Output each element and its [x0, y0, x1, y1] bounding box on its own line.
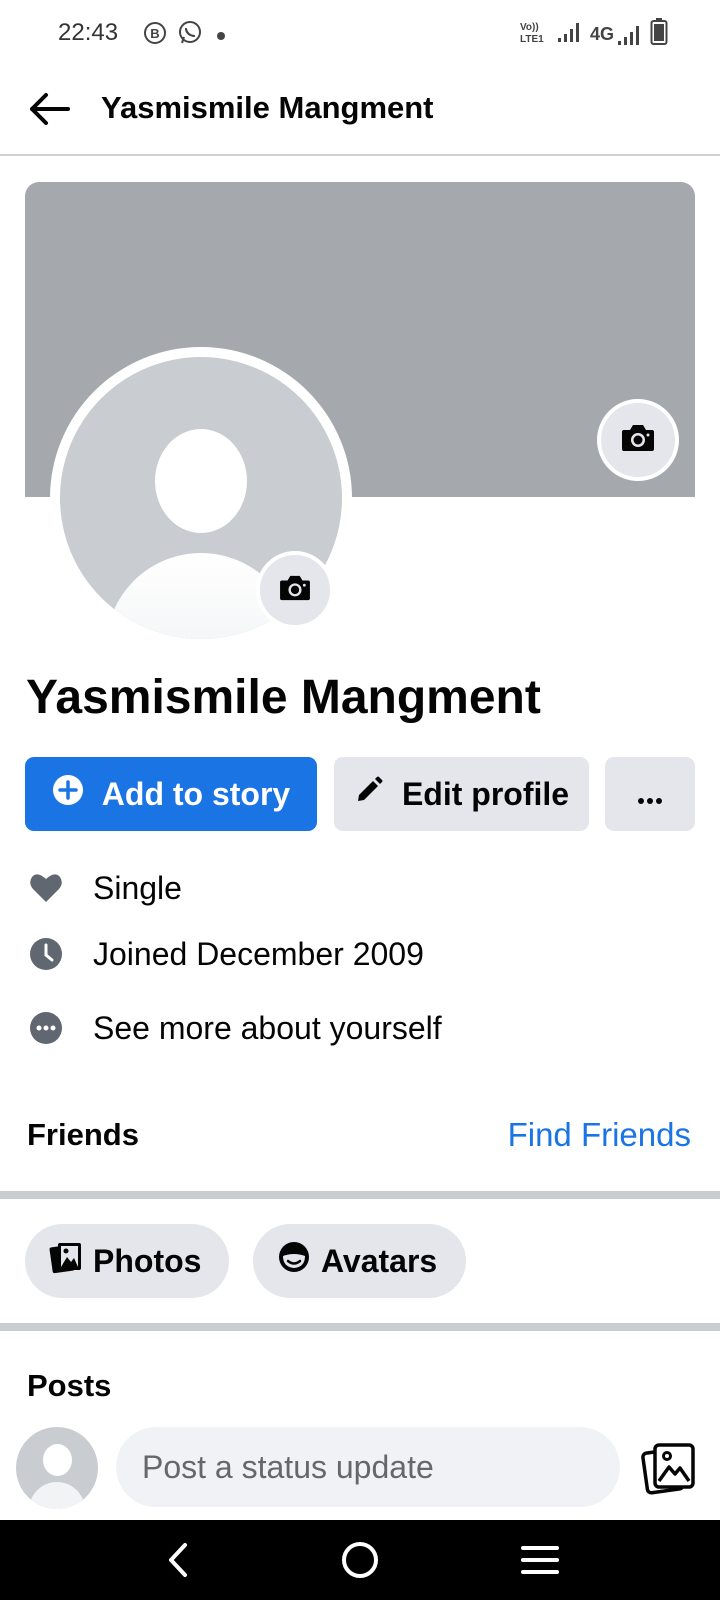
- avatar-face-icon: [277, 1240, 311, 1282]
- camera-icon: [278, 574, 312, 607]
- signal-icon: [556, 20, 582, 49]
- info-row-relationship: Single: [26, 868, 182, 908]
- plus-circle-icon: [52, 774, 84, 814]
- info-row-see-more[interactable]: See more about yourself: [26, 1008, 442, 1048]
- avatar-silhouette-body: [29, 1482, 85, 1509]
- find-friends-link[interactable]: Find Friends: [508, 1116, 691, 1154]
- signal-4g-icon: 4G: [590, 23, 642, 47]
- add-to-story-button[interactable]: Add to story: [25, 757, 317, 831]
- pencil-icon: [354, 775, 384, 813]
- photo-gallery-icon: [641, 1443, 697, 1501]
- back-arrow-icon[interactable]: [26, 86, 72, 132]
- status-update-placeholder: Post a status update: [142, 1448, 434, 1485]
- status-time: 22:43: [58, 19, 119, 46]
- joined-text: Joined December 2009: [93, 935, 424, 972]
- more-dots-icon: [637, 776, 663, 813]
- clock-icon: [26, 934, 66, 974]
- heart-icon: [26, 868, 66, 908]
- volte-icon: Vo)) LTE1: [518, 19, 548, 50]
- posts-heading: Posts: [27, 1368, 112, 1403]
- status-bar: 22:43 B Vo)) LTE1 4G: [0, 0, 720, 66]
- system-nav-bar: [0, 1520, 720, 1600]
- menu-nav-icon[interactable]: [510, 1536, 570, 1584]
- cover-camera-button[interactable]: [597, 399, 679, 481]
- add-photo-button[interactable]: [641, 1441, 697, 1497]
- b-badge-icon: B: [143, 21, 167, 50]
- section-divider: [0, 1191, 720, 1199]
- camera-icon: [620, 423, 656, 458]
- avatar-silhouette-head: [155, 429, 247, 533]
- back-nav-icon[interactable]: [148, 1536, 208, 1584]
- avatar-silhouette-head: [43, 1444, 72, 1476]
- network-label: 4G: [589, 24, 614, 44]
- home-nav-icon[interactable]: [330, 1536, 390, 1584]
- friends-heading: Friends: [27, 1117, 139, 1152]
- add-to-story-label: Add to story: [101, 775, 291, 812]
- more-circle-icon: [26, 1008, 66, 1048]
- edit-profile-button[interactable]: Edit profile: [334, 757, 589, 831]
- avatars-chip[interactable]: Avatars: [253, 1224, 466, 1298]
- header-title: Yasmismile Mangment: [101, 90, 434, 125]
- dot-icon: [217, 31, 225, 40]
- avatar-camera-button[interactable]: [256, 551, 334, 629]
- battery-icon: [650, 18, 668, 51]
- svg-text:Vo)): Vo)): [520, 22, 539, 33]
- composer-avatar[interactable]: [16, 1427, 98, 1509]
- status-icons-left: B: [143, 20, 225, 51]
- status-update-input[interactable]: Post a status update: [116, 1427, 620, 1507]
- whatsapp-icon: [177, 20, 203, 51]
- section-divider: [0, 1323, 720, 1331]
- svg-text:LTE1: LTE1: [520, 34, 544, 45]
- status-icons-right: Vo)) LTE1 4G: [518, 18, 668, 51]
- edit-profile-label: Edit profile: [401, 775, 570, 812]
- top-header: Yasmismile Mangment: [0, 66, 720, 156]
- photos-chip[interactable]: Photos: [25, 1224, 229, 1298]
- avatars-label: Avatars: [321, 1242, 438, 1279]
- info-row-joined: Joined December 2009: [26, 934, 424, 974]
- svg-text:B: B: [150, 26, 159, 41]
- see-more-text: See more about yourself: [93, 1009, 442, 1046]
- photos-label: Photos: [93, 1242, 202, 1279]
- profile-name: Yasmismile Mangment: [26, 671, 541, 724]
- more-options-button[interactable]: [605, 757, 695, 831]
- relationship-text: Single: [93, 869, 182, 906]
- photos-icon: [49, 1240, 83, 1282]
